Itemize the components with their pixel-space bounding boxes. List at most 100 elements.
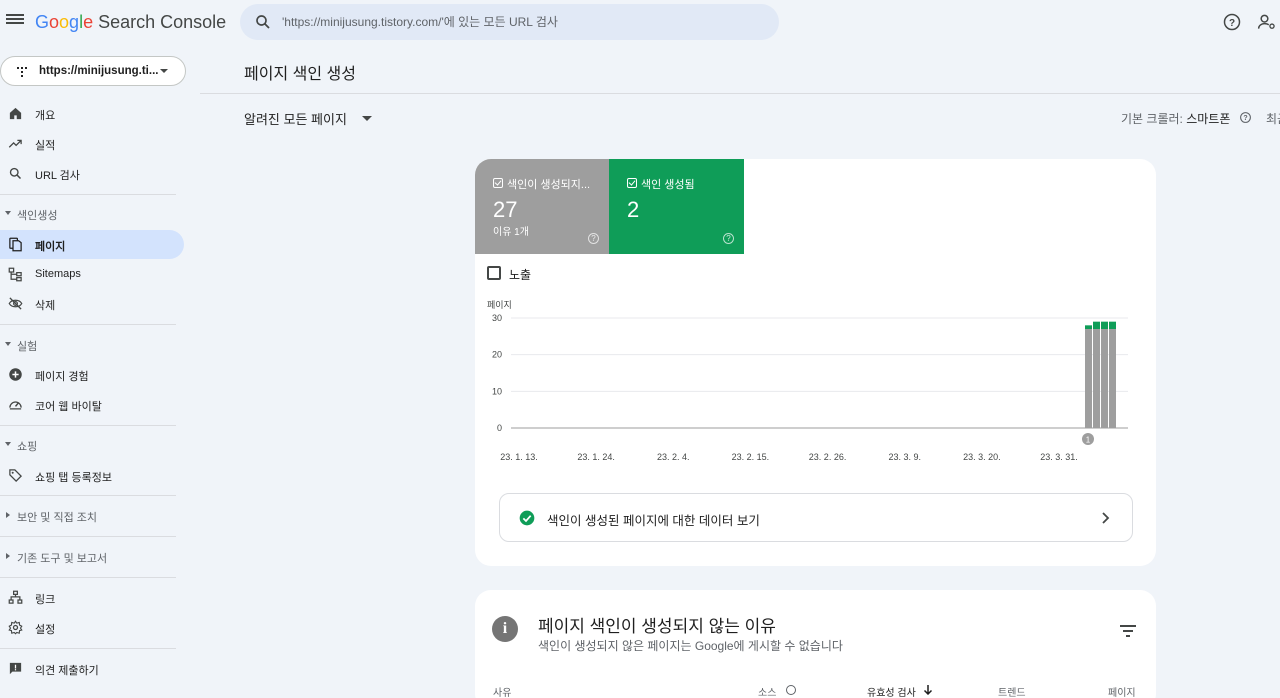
summary-card: 색인이 생성되지... 27 이유 1개 ? 색인 생성됨 2 ? 노출 페이지… (475, 159, 1156, 566)
reasons-subtitle: 색인이 생성되지 않은 페이지는 Google에 게시할 수 없습니다 (538, 639, 843, 653)
link-label: 색인이 생성된 페이지에 대한 데이터 보기 (547, 514, 760, 528)
nav-core-web-vitals[interactable]: 코어 웹 바이탈 (0, 390, 184, 419)
logo-letter: G (35, 12, 50, 32)
pages-chart: 페이지 0 10 20 30 23. 1. 13. 23. 1. 24. 23. 2. 4. 2… (487, 300, 1128, 462)
column-pages[interactable]: 페이지 (1108, 684, 1136, 698)
checkbox[interactable] (487, 266, 501, 280)
annotation-label: 1 (1086, 436, 1091, 445)
nav-shopping-listings[interactable]: 쇼핑 탭 등록정보 (0, 461, 184, 490)
nav-label: Sitemaps (35, 268, 81, 280)
nav-feedback[interactable]: 의견 제출하기 (0, 654, 184, 683)
speed-icon (9, 401, 22, 410)
impressions-label: 노출 (509, 268, 532, 282)
menu-icon[interactable] (6, 12, 24, 30)
column-reason[interactable]: 사유 (493, 684, 511, 698)
tile-sub: 이유 1개 (493, 227, 529, 238)
not-indexed-tile[interactable]: 색인이 생성되지... 27 이유 1개 ? (475, 159, 609, 254)
add-circle-icon (9, 368, 22, 381)
page-title: 페이지 색인 생성 (244, 66, 356, 83)
page-filter-dropdown[interactable]: 알려진 모든 페이지 (244, 109, 347, 128)
nav-overview[interactable]: 개요 (0, 99, 184, 128)
top-app-bar: Google Search Console ? (0, 0, 1280, 48)
manage-users-icon[interactable] (1257, 12, 1277, 32)
x-tick-label: 23. 2. 26. (809, 452, 847, 462)
bar-indexed (1101, 321, 1108, 329)
property-url: https://minijusung.ti... (39, 65, 159, 77)
column-source[interactable]: 소스 (758, 684, 776, 698)
section-label: 보안 및 직접 조치 (17, 512, 98, 524)
nav-page-experience[interactable]: 페이지 경험 (0, 360, 184, 389)
expand-arrow-icon (6, 512, 10, 518)
pages-icon (9, 237, 22, 252)
checkbox-icon (627, 178, 637, 188)
search-console-logo[interactable]: Google Search Console (35, 12, 226, 33)
divider (0, 425, 176, 426)
info-icon: i (492, 616, 518, 642)
nav-settings[interactable]: 설정 (0, 613, 184, 642)
not-indexed-reasons-card: i 페이지 색인이 생성되지 않는 이유 색인이 생성되지 않은 페이지는 Go… (475, 590, 1156, 698)
property-selector[interactable]: https://minijusung.ti... (0, 56, 186, 86)
nav-links[interactable]: 링크 (0, 583, 184, 612)
check-circle-icon (519, 510, 535, 526)
nav-label: 페이지 (35, 241, 66, 253)
nav-label: 코어 웹 바이탈 (35, 401, 102, 413)
x-tick-label: 23. 3. 20. (963, 452, 1001, 462)
nav-label: 페이지 경험 (35, 371, 89, 383)
home-icon (9, 107, 22, 120)
section-experience[interactable]: 실험 (0, 333, 184, 357)
nav-label: 링크 (35, 594, 56, 606)
nav-url-inspection[interactable]: URL 검사 (0, 159, 184, 188)
indexed-tile[interactable]: 색인 생성됨 2 ? (609, 159, 744, 254)
tile-value: 2 (627, 197, 640, 222)
x-tick-label: 23. 1. 13. (500, 452, 538, 462)
search-input[interactable] (282, 11, 762, 33)
help-icon[interactable]: ? (1239, 111, 1252, 124)
chevron-down-icon[interactable] (362, 116, 372, 121)
y-tick-label: 10 (492, 386, 502, 396)
divider (200, 93, 1280, 94)
view-indexed-pages-link[interactable]: 색인이 생성된 페이지에 대한 데이터 보기 (499, 493, 1133, 542)
arrow-down-icon[interactable] (923, 685, 933, 695)
column-validation[interactable]: 유효성 검사 (867, 684, 916, 698)
collapse-arrow-icon (5, 211, 11, 215)
x-tick-label: 23. 3. 31. (1040, 452, 1078, 462)
divider (0, 536, 176, 537)
crawler-label: 기본 크롤러: (1121, 112, 1187, 126)
help-icon[interactable]: ? (723, 233, 734, 244)
section-shopping[interactable]: 쇼핑 (0, 433, 184, 457)
tile-label: 색인 생성됨 (641, 179, 695, 191)
logo-letter: o (59, 12, 70, 32)
bar-not-indexed (1109, 329, 1116, 428)
nav-label: 개요 (35, 110, 56, 122)
feedback-icon (9, 662, 22, 675)
last-updated-label: 최근 (1266, 112, 1280, 126)
x-tick-label: 23. 1. 24. (577, 452, 615, 462)
section-security[interactable]: 보안 및 직접 조치 (0, 504, 184, 528)
help-icon[interactable]: ? (588, 233, 599, 244)
divider (0, 577, 176, 578)
y-axis-label: 페이지 (487, 300, 512, 310)
filter-icon[interactable] (1120, 625, 1136, 637)
sidebar: https://minijusung.ti... 개요 실적 URL 검사 색인… (0, 48, 200, 698)
nav-removals[interactable]: 삭제 (0, 289, 184, 318)
column-trend[interactable]: 트렌드 (998, 684, 1026, 698)
help-icon[interactable]: ? (1222, 12, 1242, 32)
nav-label: 삭제 (35, 300, 56, 312)
nav-pages[interactable]: 페이지 (0, 230, 184, 259)
section-legacy[interactable]: 기존 도구 및 보고서 (0, 545, 184, 569)
logo-google: Google (35, 12, 93, 32)
nav-label: 쇼핑 탭 등록정보 (35, 472, 112, 484)
divider (0, 495, 176, 496)
help-icon[interactable] (785, 684, 797, 696)
nav-sitemaps[interactable]: Sitemaps (0, 260, 184, 289)
bar-not-indexed (1085, 329, 1092, 428)
section-indexing[interactable]: 색인생성 (0, 202, 184, 226)
nav-label: 설정 (35, 624, 56, 636)
y-tick-label: 20 (492, 350, 502, 360)
nav-performance[interactable]: 실적 (0, 129, 184, 158)
search-icon (256, 15, 270, 29)
checkbox-icon (493, 178, 503, 188)
collapse-arrow-icon (5, 442, 11, 446)
reasons-title: 페이지 색인이 생성되지 않는 이유 (538, 617, 776, 636)
url-inspection-search[interactable] (240, 4, 779, 40)
